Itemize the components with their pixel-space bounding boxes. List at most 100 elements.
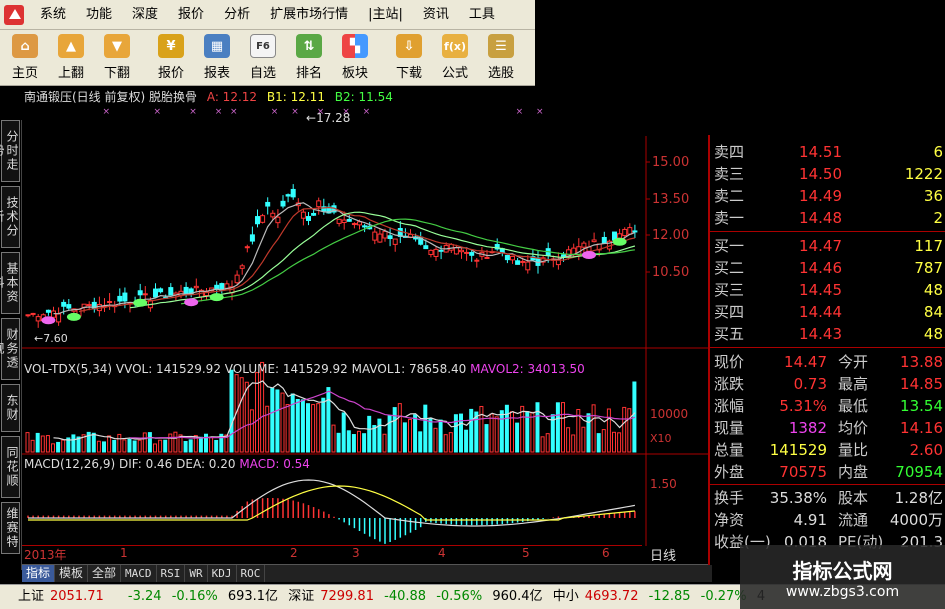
buy-level-price: 14.47: [799, 237, 842, 255]
tab-kdj[interactable]: KDJ: [208, 565, 237, 582]
candle-body: [336, 218, 342, 224]
sell-level-volume: 1222: [904, 165, 943, 183]
tab-fundamentals[interactable]: 基本资料: [0, 252, 20, 314]
ranking-button[interactable]: ⇅ 排名: [286, 31, 332, 85]
sell-level-label: 卖三: [714, 165, 745, 183]
stat-value: 2.60: [909, 441, 943, 459]
volume-bar: [566, 427, 571, 453]
kline-chart[interactable]: 15.0013.5012.0010.50 × × × × × × × × × × × × 10000 …: [22, 86, 708, 546]
tab-intraday[interactable]: 分时走势: [0, 120, 20, 182]
volume-bar: [520, 405, 525, 453]
menu-depth[interactable]: 深度: [122, 0, 168, 30]
formula-button[interactable]: f(x) 公式: [432, 31, 478, 85]
stat-value: 70954: [895, 463, 943, 481]
tab-macd[interactable]: MACD: [121, 565, 157, 582]
candle-body: [91, 301, 97, 310]
candle-body: [249, 234, 255, 242]
tab-tonghuashun[interactable]: 同花顺: [1, 436, 20, 498]
tab-roc[interactable]: ROC: [237, 565, 266, 582]
zx-label[interactable]: 中小: [553, 589, 579, 604]
stat-label: 流通: [838, 511, 869, 529]
download-button[interactable]: ⇩ 下载: [386, 31, 432, 85]
sell-level-4[interactable]: 卖四 14.51 6: [710, 141, 945, 163]
sell-level-volume: 36: [923, 187, 943, 205]
report-label: 报表: [203, 66, 230, 81]
menu-analysis[interactable]: 分析: [214, 0, 260, 30]
volume-axis-10000: 10000: [650, 407, 688, 421]
stat-value: 70575: [779, 463, 827, 481]
candle-body: [474, 259, 480, 262]
formula-label: 公式: [441, 66, 468, 81]
tab-technical[interactable]: 技术分析: [0, 186, 20, 248]
report-button[interactable]: ▦ 报表: [194, 31, 240, 85]
quote-button[interactable]: ¥ 报价: [148, 31, 194, 85]
volume-bar: [601, 429, 606, 453]
volume-bar: [346, 430, 351, 453]
sell-level-3[interactable]: 卖三 14.50 1222: [710, 163, 945, 185]
stock-header: 南通锻压(日线 前复权) 脱胎换骨 A: 12.12 B1: 12.11 B2:…: [24, 88, 393, 105]
page-up-button[interactable]: ▲ 上翻: [48, 31, 94, 85]
sell-level-1[interactable]: 卖一 14.48 2: [710, 207, 945, 229]
tab-rsi[interactable]: RSI: [157, 565, 186, 582]
sell-level-volume: 2: [933, 209, 943, 227]
volume-bar: [285, 404, 290, 453]
menu-tools[interactable]: 工具: [459, 0, 505, 30]
volume-bar: [173, 431, 178, 453]
candle-body: [362, 225, 368, 228]
sh-label[interactable]: 上证: [18, 589, 44, 604]
tab-template[interactable]: 模板: [55, 565, 89, 582]
sector-button[interactable]: ▚ 板块: [332, 31, 378, 85]
zx-change: -12.85: [648, 589, 691, 604]
macd-indicator-name[interactable]: MACD(12,26,9): [24, 457, 115, 471]
candle-body: [300, 211, 306, 219]
period-label[interactable]: 日线: [650, 545, 676, 564]
buy-level-4[interactable]: 买四 14.44 84: [710, 301, 945, 323]
buy-level-2[interactable]: 买二 14.46 787: [710, 257, 945, 279]
page-down-button[interactable]: ▼ 下翻: [94, 31, 140, 85]
candle-body: [316, 200, 322, 208]
volume-bar: [499, 410, 504, 453]
stock-title[interactable]: 南通锻压(日线 前复权) 脱胎换骨: [24, 90, 197, 104]
tab-financials[interactable]: 财务透视: [0, 318, 20, 380]
stat-value: 1382: [788, 419, 827, 437]
stat-row: 现量 1382 均价 14.16: [710, 417, 945, 439]
menu-main-site[interactable]: |主站|: [358, 0, 413, 30]
signal-marker: [66, 312, 81, 321]
volume-bar: [229, 369, 234, 453]
volume-indicator-name[interactable]: VOL-TDX(5,34): [24, 362, 112, 376]
signal-cross: ×: [189, 107, 197, 117]
menu-quote[interactable]: 报价: [168, 0, 214, 30]
menu-function[interactable]: 功能: [76, 0, 122, 30]
date-month-5: 5: [522, 546, 530, 560]
volume-bar: [158, 439, 163, 453]
macd-lines: [28, 479, 636, 527]
download-icon: ⇩: [396, 34, 422, 58]
volume-bar: [25, 432, 30, 453]
tab-weisaite[interactable]: 维赛特: [1, 502, 20, 554]
watchlist-button[interactable]: F6 自选: [240, 31, 286, 85]
menu-news[interactable]: 资讯: [413, 0, 459, 30]
watermark-url: www.zbgs3.com: [785, 583, 900, 600]
stock-pick-button[interactable]: ☰ 选股: [478, 31, 524, 85]
tab-indicator[interactable]: 指标: [22, 565, 56, 582]
menu-system[interactable]: 系统: [30, 0, 76, 30]
high-price-label: ←17.28: [306, 111, 350, 125]
candle-body: [632, 230, 638, 233]
stat-row: 换手 35.38% 股本 1.28亿: [710, 487, 945, 509]
sell-level-price: 14.50: [799, 165, 842, 183]
tab-wr[interactable]: WR: [185, 565, 208, 582]
quote-panel: 卖四 14.51 6 卖三 14.50 1222 卖二 14.49 36 卖一 …: [708, 135, 945, 565]
stat-value: 14.85: [900, 375, 943, 393]
sz-label[interactable]: 深证: [288, 589, 314, 604]
sell-level-2[interactable]: 卖二 14.49 36: [710, 185, 945, 207]
buy-level-3[interactable]: 买三 14.45 48: [710, 279, 945, 301]
tab-all[interactable]: 全部: [88, 565, 122, 582]
buy-level-1[interactable]: 买一 14.47 117: [710, 235, 945, 257]
candle-body: [137, 290, 143, 296]
buy-level-5[interactable]: 买五 14.43 48: [710, 323, 945, 345]
volume-bar: [137, 439, 142, 453]
home-button[interactable]: ⌂ 主页: [2, 31, 48, 85]
menu-extended-market[interactable]: 扩展市场行情: [260, 0, 358, 30]
volume-bar: [209, 436, 214, 453]
tab-eastmoney[interactable]: 东财: [1, 384, 20, 432]
